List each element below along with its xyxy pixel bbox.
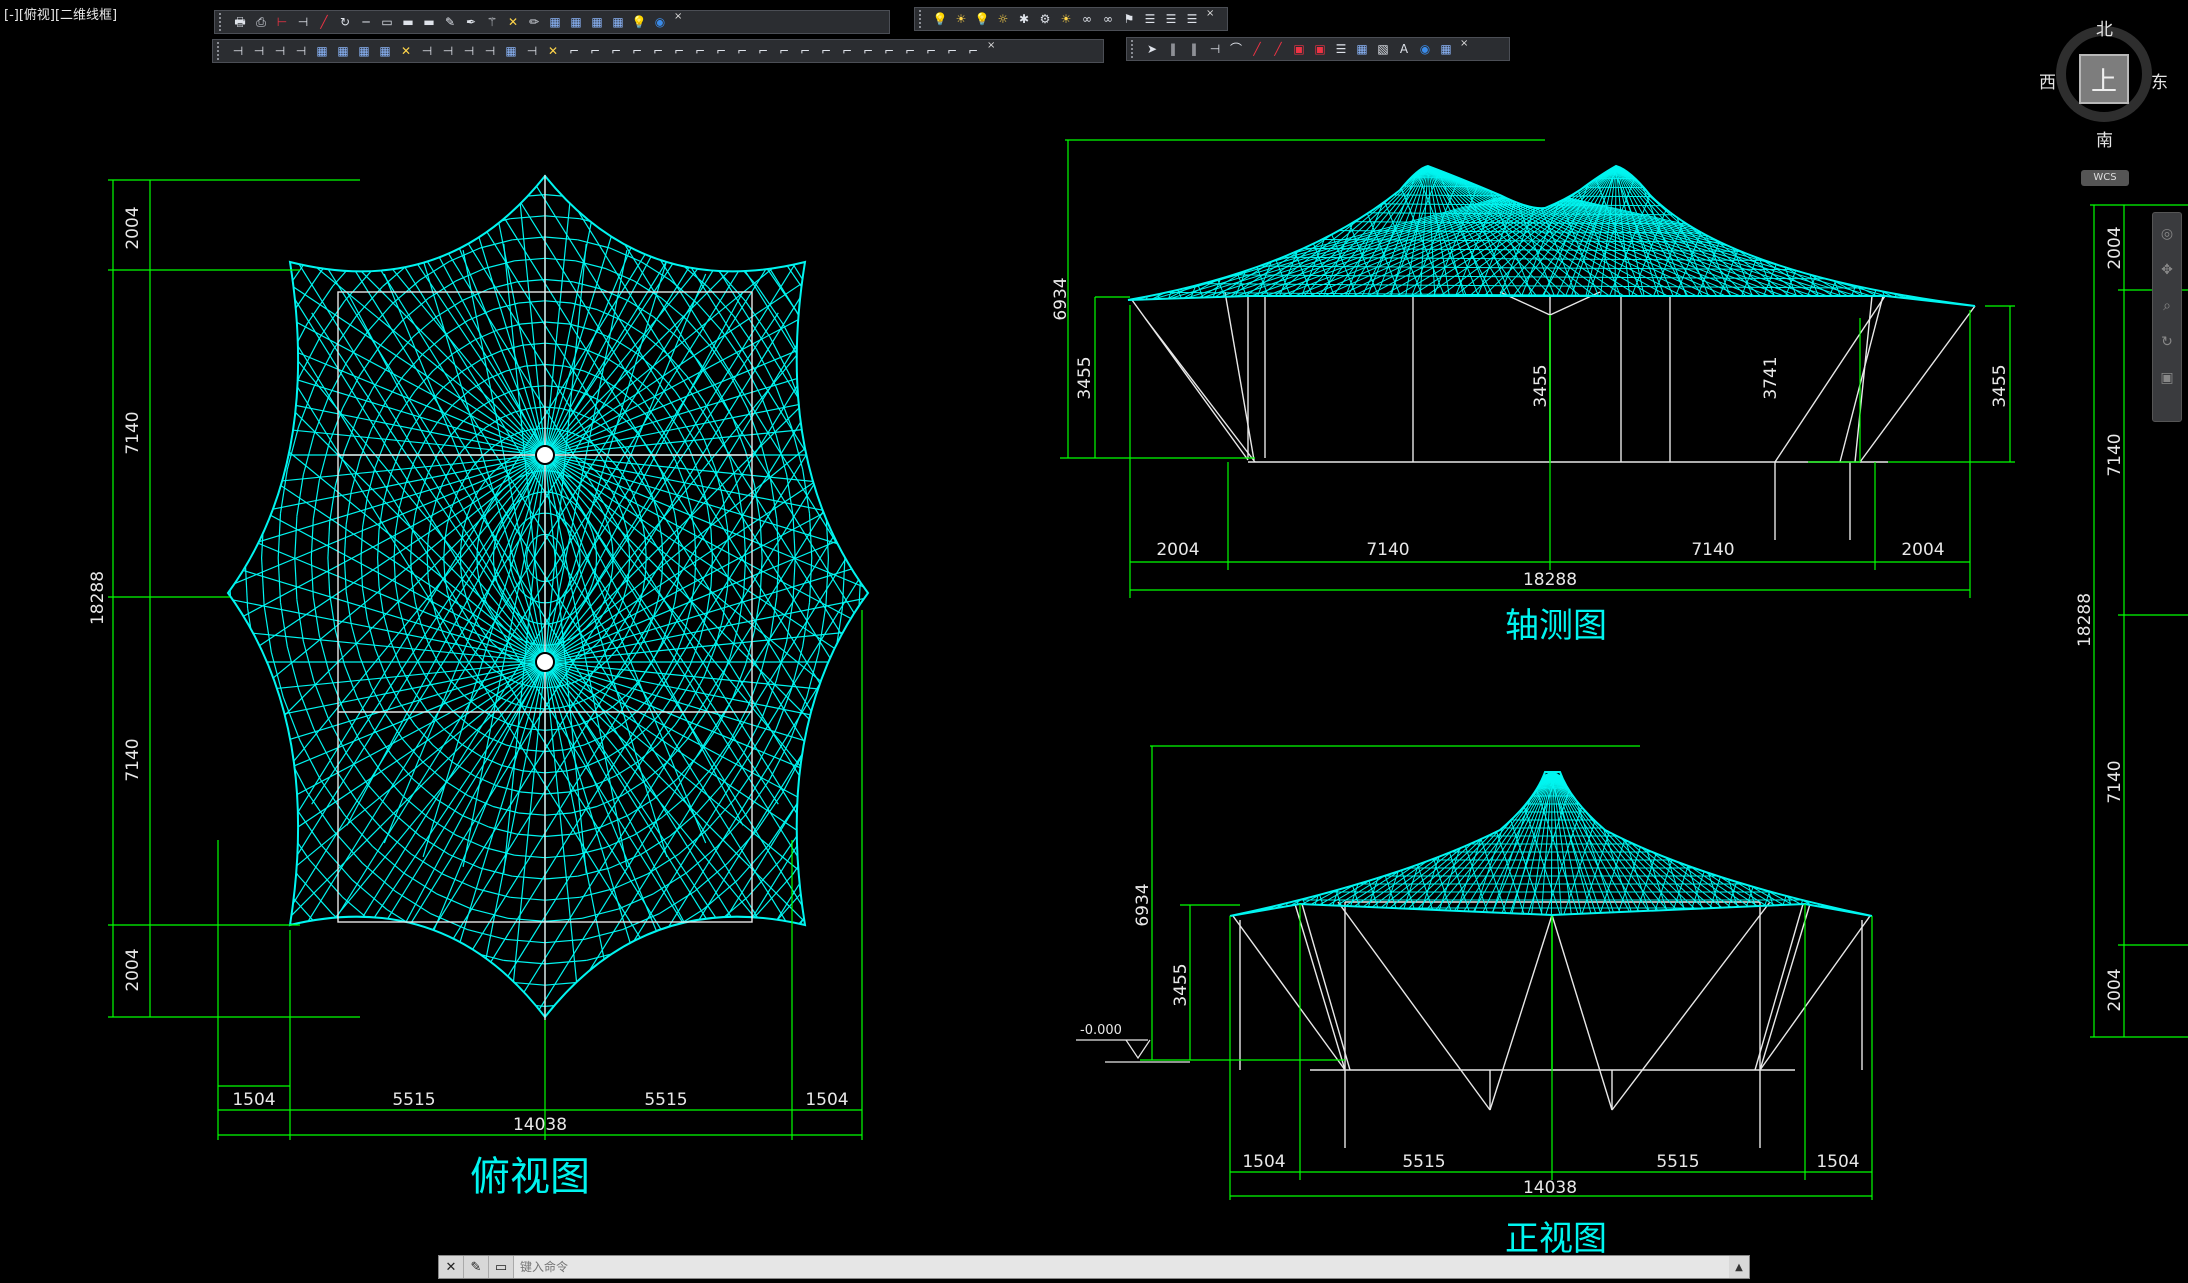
command-input[interactable]	[514, 1256, 1729, 1278]
recent-commands-icon[interactable]: ▭	[489, 1256, 514, 1278]
command-line: ✕ ✎ ▭ ▲	[438, 1255, 1750, 1279]
plan-dim-bottom-2: 5515	[392, 1090, 435, 1110]
axo-dim-bottom-3: 7140	[1691, 540, 1734, 560]
navigation-bar: ◎ ✥ ⌕ ↻ ▣	[2152, 212, 2182, 422]
front-view[interactable]: -0.000 6934 3455 1504 5515 5515 1504 140…	[1076, 745, 1936, 1259]
front-dim-bottom-2: 5515	[1402, 1152, 1445, 1172]
showmotion-icon[interactable]: ▣	[2156, 367, 2178, 389]
axo-dim-height: 6934	[1051, 277, 1071, 320]
compass-south[interactable]: 南	[2096, 126, 2113, 151]
plan-dim-bottom-3: 5515	[644, 1090, 687, 1110]
front-dim-lines	[1140, 745, 1873, 1200]
right-dim-3: 7140	[2105, 760, 2125, 803]
drawing-canvas[interactable]: 2004 7140 18288 7140 2004 1504 5515 5515…	[0, 0, 2188, 1283]
front-level-label: -0.000	[1080, 1023, 1122, 1038]
customize-wrench-icon[interactable]: ✎	[464, 1256, 489, 1278]
plan-dim-bottom-4: 1504	[805, 1090, 848, 1110]
axonometric-view[interactable]: 6934 3455 3455 3741 3455 2004 7140 7140 …	[1051, 139, 2038, 646]
plan-title: 俯视图	[470, 1154, 590, 1200]
orbit-icon[interactable]: ↻	[2156, 331, 2178, 353]
compass-north[interactable]: 北	[2096, 15, 2113, 40]
plan-dim-lines	[108, 179, 863, 1140]
axo-supports	[1131, 291, 1976, 540]
plan-mesh	[228, 176, 868, 1017]
right-dim-1: 2004	[2105, 226, 2125, 269]
wcs-menu[interactable]: WCS	[2081, 170, 2129, 186]
compass-east[interactable]: 东	[2151, 68, 2168, 93]
axo-dim-bottom-4: 2004	[1901, 540, 1944, 560]
zoom-icon[interactable]: ⌕	[2156, 295, 2178, 317]
axo-dim-bottom-2: 7140	[1366, 540, 1409, 560]
plan-dim-left-1: 2004	[123, 206, 143, 249]
plan-dim-left-total: 18288	[88, 571, 108, 625]
right-dim-total: 18288	[2075, 593, 2095, 647]
plan-dim-total: 14038	[513, 1115, 567, 1135]
axo-title: 轴测图	[1505, 606, 1607, 646]
front-dim-side: 3455	[1171, 963, 1191, 1006]
front-dim-bottom-1: 1504	[1242, 1152, 1285, 1172]
front-dim-bottom-4: 1504	[1816, 1152, 1859, 1172]
right-dim-4: 2004	[2105, 968, 2125, 1011]
plan-dim-left-3: 7140	[123, 738, 143, 781]
steering-wheel-icon[interactable]: ◎	[2156, 223, 2178, 245]
front-dim-height: 6934	[1133, 883, 1153, 926]
axo-dim-total: 18288	[1523, 570, 1577, 590]
axo-mesh	[1128, 166, 1975, 306]
axo-dim-right-2: 3455	[1990, 364, 2010, 407]
front-mesh	[1230, 772, 1872, 916]
compass-west[interactable]: 西	[2039, 68, 2056, 93]
plan-dim-bottom-1: 1504	[232, 1090, 275, 1110]
close-icon[interactable]: ✕	[439, 1256, 464, 1278]
axo-dim-left: 3455	[1075, 356, 1095, 399]
axo-dim-bottom-1: 2004	[1156, 540, 1199, 560]
axo-dim-right-1: 3741	[1761, 356, 1781, 399]
front-dim-bottom-3: 5515	[1656, 1152, 1699, 1172]
view-cube-face[interactable]: 上	[2079, 54, 2129, 104]
right-dim-2: 7140	[2105, 433, 2125, 476]
command-history-up-icon[interactable]: ▲	[1729, 1262, 1749, 1273]
plan-view[interactable]: 2004 7140 18288 7140 2004 1504 5515 5515…	[88, 25, 1438, 1200]
view-cube[interactable]: 上 北 南 西 东	[2039, 15, 2168, 151]
axo-dim-center: 3455	[1531, 364, 1551, 407]
plan-dim-left-4: 2004	[123, 948, 143, 991]
front-dim-total: 14038	[1523, 1178, 1577, 1198]
plan-dim-left-2: 7140	[123, 411, 143, 454]
front-title: 正视图	[1505, 1219, 1607, 1259]
front-level-marker	[1076, 1039, 1190, 1063]
pan-icon[interactable]: ✥	[2156, 259, 2178, 281]
